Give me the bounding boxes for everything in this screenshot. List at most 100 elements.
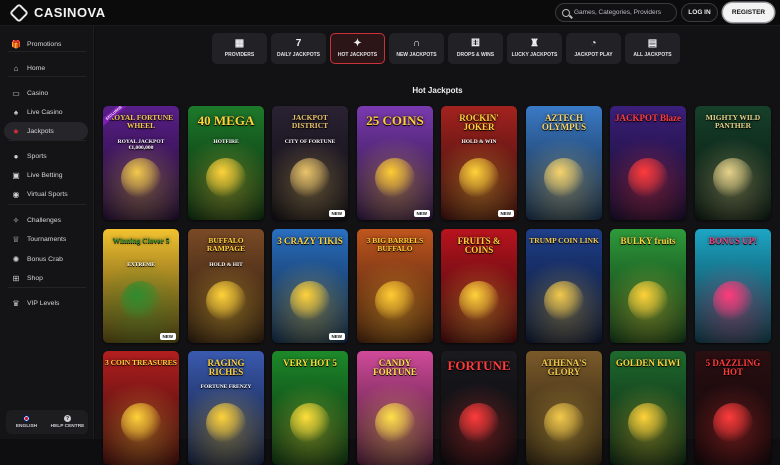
tab-jackpot-play[interactable]: ◔ JACKPOT PLAY	[566, 33, 621, 64]
sidebar-item-home[interactable]: ⌂ Home	[4, 59, 88, 77]
game-subtitle: EXTREME	[127, 262, 155, 268]
game-card[interactable]: 25 COINS NEW	[357, 106, 433, 220]
game-artwork	[290, 403, 330, 443]
tab-new-jackpots[interactable]: ∩ NEW JACKPOTS	[389, 33, 444, 64]
game-card[interactable]: JACKPOT Blaze	[610, 106, 686, 220]
providers-icon: ▦	[234, 38, 245, 49]
sidebar-item-casino[interactable]: ▭ Casino	[4, 84, 88, 102]
shop-icon: ⊞	[12, 273, 20, 283]
game-subtitle: HOTFIRE	[213, 139, 239, 145]
tab-daily-jackpots[interactable]: 7 DAILY JACKPOTS	[271, 33, 326, 64]
language-selector[interactable]: ENGLISH	[6, 410, 47, 434]
game-artwork	[459, 281, 499, 321]
help-centre-button[interactable]: ? HELP CENTRE	[47, 410, 88, 434]
game-card[interactable]: Winning Clover 5 EXTREME NEW	[103, 229, 179, 343]
category-tabs: ▦ PROVIDERS 7 DAILY JACKPOTS ✦ HOT JACKPOTS ∩ N…	[212, 33, 680, 64]
game-title: 3 COIN TREASURES	[105, 358, 177, 367]
game-title: Winning Clover 5	[112, 236, 170, 245]
game-card[interactable]: VERY HOT 5	[272, 351, 348, 465]
sidebar-item-label: Home	[27, 64, 46, 72]
login-button[interactable]: LOG IN	[681, 3, 718, 22]
game-artwork	[206, 158, 246, 198]
language-label: ENGLISH	[15, 424, 38, 429]
sidebar-item-vip-levels[interactable]: ♛ VIP Levels	[4, 294, 88, 312]
game-card[interactable]: BUFFALO RAMPAGE HOLD & HIT	[188, 229, 264, 343]
sidebar-item-challenges[interactable]: ✧ Challenges	[4, 211, 88, 229]
tab-drops-wins[interactable]: ⚅ DROPS & WINS	[448, 33, 503, 64]
tab-hot-jackpots[interactable]: ✦ HOT JACKPOTS	[330, 33, 385, 64]
game-card[interactable]: BULKY fruits	[610, 229, 686, 343]
game-artwork	[713, 403, 753, 443]
tab-lucky-jackpots[interactable]: ♜ LUCKY JACKPOTS	[507, 33, 562, 64]
game-title: FRUITS & COINS	[457, 236, 501, 255]
sidebar-item-shop[interactable]: ⊞ Shop	[4, 269, 88, 287]
challenges-icon: ✧	[12, 215, 20, 225]
live-betting-icon: ▣	[12, 170, 20, 180]
game-card[interactable]: JACKPOT DISTRICT CITY OF FORTUNE NEW	[272, 106, 348, 220]
game-artwork	[544, 158, 584, 198]
game-title: 3 BIG BARRELS BUFFALO	[366, 236, 424, 253]
game-title: TRUMP COIN LINK	[529, 236, 599, 245]
sidebar-item-label: Live Casino	[27, 108, 63, 116]
game-subtitle: FORTUNE FRENZY	[200, 384, 252, 390]
home-icon: ⌂	[13, 63, 19, 73]
game-card[interactable]: GOLDEN KIWI	[610, 351, 686, 465]
game-artwork	[628, 281, 668, 321]
tab-providers[interactable]: ▦ PROVIDERS	[212, 33, 267, 64]
game-title: JACKPOT DISTRICT	[291, 113, 329, 130]
game-card[interactable]: FRUITS & COINS	[441, 229, 517, 343]
game-card[interactable]: 3 COIN TREASURES	[103, 351, 179, 465]
game-card[interactable]: ROCKIN' JOKER HOLD & WIN NEW	[441, 106, 517, 220]
sidebar-item-label: VIP Levels	[27, 299, 60, 307]
sidebar-item-bonus-crab[interactable]: ✺ Bonus Crab	[4, 250, 88, 268]
game-card[interactable]: CANDY FORTUNE	[357, 351, 433, 465]
game-title: ROYAL FORTUNE WHEEL	[108, 113, 174, 130]
game-card[interactable]: 40 MEGA HOTFIRE	[188, 106, 264, 220]
game-artwork	[544, 403, 584, 443]
tab-label: ALL JACKPOTS	[633, 52, 672, 58]
search-box[interactable]	[555, 3, 677, 22]
help-centre-label: HELP CENTRE	[50, 424, 85, 429]
register-button[interactable]: REGISTER	[723, 3, 774, 22]
game-card[interactable]: 5 DAZZLING HOT	[695, 351, 771, 465]
game-title: BUFFALO RAMPAGE	[206, 236, 246, 253]
sidebar-item-virtual-sports[interactable]: ◉ Virtual Sports	[4, 185, 88, 203]
game-card[interactable]: FORTUNE	[441, 351, 517, 465]
sidebar-item-tournaments[interactable]: ♕ Tournaments	[4, 230, 88, 248]
sidebar-item-label: Live Betting	[27, 171, 63, 179]
game-card[interactable]: 3 BIG BARRELS BUFFALO	[357, 229, 433, 343]
tab-all-jackpots[interactable]: ▤ ALL JACKPOTS	[625, 33, 680, 64]
gift-icon: 🎁	[11, 39, 21, 49]
slot-icon: ▭	[12, 88, 20, 98]
sidebar-divider	[8, 204, 86, 205]
sidebar-item-live-betting[interactable]: ▣ Live Betting	[4, 166, 88, 184]
virtual-sports-icon: ◉	[12, 189, 20, 199]
sidebar-item-label: Tournaments	[27, 235, 67, 243]
sidebar-item-jackpots[interactable]: ★ Jackpots	[4, 122, 88, 140]
game-subtitle: CITY OF FORTUNE	[284, 139, 336, 145]
game-card[interactable]: 3 CRAZY TIKIS NEW	[272, 229, 348, 343]
game-artwork	[121, 281, 161, 321]
tab-label: DROPS & WINS	[456, 52, 495, 58]
sidebar-item-live-casino[interactable]: ♠ Live Casino	[4, 103, 88, 121]
logo[interactable]: CASINOVA	[9, 2, 106, 23]
sidebar-divider	[8, 140, 86, 141]
new-badge: NEW	[413, 210, 430, 217]
game-title: BONUS UP!	[708, 236, 758, 246]
game-card[interactable]: AZTECH OLYMPUS	[526, 106, 602, 220]
game-card[interactable]: ATHENA'S GLORY	[526, 351, 602, 465]
sidebar-item-sports[interactable]: ● Sports	[4, 147, 88, 165]
game-card[interactable]: ROYAL FORTUNE WHEEL ROYAL JACKPOT €1,000,…	[103, 106, 179, 220]
game-artwork	[628, 403, 668, 443]
crown-icon: ♛	[12, 298, 20, 308]
game-artwork	[375, 403, 415, 443]
game-artwork	[713, 158, 753, 198]
game-card[interactable]: MIGHTY WILD PANTHER	[695, 106, 771, 220]
game-card[interactable]: RAGING RICHES FORTUNE FRENZY	[188, 351, 264, 465]
search-input[interactable]	[574, 9, 674, 16]
game-card[interactable]: TRUMP COIN LINK	[526, 229, 602, 343]
game-card[interactable]: BONUS UP!	[695, 229, 771, 343]
game-title: FORTUNE	[447, 358, 511, 373]
game-title: JACKPOT Blaze	[614, 113, 682, 123]
sidebar-item-label: Bonus Crab	[27, 255, 63, 263]
